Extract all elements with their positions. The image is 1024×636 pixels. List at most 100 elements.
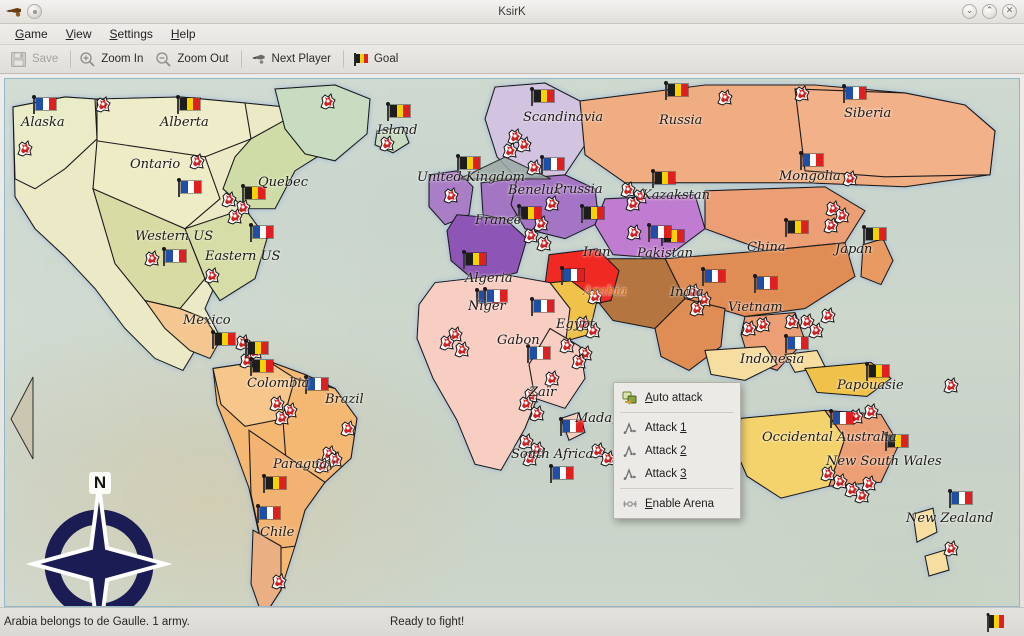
window-title: KsirK [0, 0, 1024, 24]
arena-icon [622, 496, 638, 512]
army-token [225, 206, 245, 226]
game-map[interactable]: AlaskaAlbertaOntarioQuebecWestern USEast… [4, 78, 1020, 607]
army-token [534, 233, 554, 253]
minimize-button[interactable]: ⌄ [962, 4, 977, 19]
army-token [500, 140, 520, 160]
army-token [15, 138, 35, 158]
ctx-attack-3[interactable]: Attack 3 [614, 462, 740, 485]
army-token [527, 403, 547, 423]
menu-view[interactable]: View [57, 25, 101, 44]
army-token [452, 339, 472, 359]
belgium-flag [250, 358, 276, 376]
title-bar-icons [0, 4, 42, 19]
ctx-attack-2[interactable]: Attack 2 [614, 439, 740, 462]
belgium-flag [652, 170, 678, 188]
france-flag [560, 418, 586, 436]
status-state: Ready to fight! [390, 616, 464, 628]
army-token [585, 286, 605, 306]
ctx-attack-1-label: Attack 1 [645, 422, 687, 434]
france-flag [702, 268, 728, 286]
save-label: Save [32, 53, 58, 65]
goal-button[interactable]: Goal [348, 49, 406, 70]
belgium-flag [463, 251, 489, 269]
window-controls: ⌄ ⌃ ✕ [962, 4, 1024, 19]
toolbar-separator [241, 49, 242, 69]
menu-game[interactable]: Game [6, 25, 57, 44]
france-flag [541, 156, 567, 174]
belgium-flag [242, 185, 268, 203]
ctx-auto-attack-label: Auto attack [645, 392, 703, 404]
menu-game-accel: G [15, 27, 24, 41]
ctx-auto-attack[interactable]: Auto attack [614, 386, 740, 409]
army-token [542, 193, 562, 213]
status-player-flag [986, 613, 1008, 636]
france-flag [754, 275, 780, 293]
army-token [782, 311, 802, 331]
army-token [312, 455, 332, 475]
menu-bar: Game View Settings Help [0, 24, 1024, 45]
auto-attack-icon [622, 390, 638, 406]
toolbar-separator [70, 49, 71, 69]
zoom-in-icon [79, 51, 96, 68]
menu-settings-accel: S [110, 27, 118, 41]
france-flag [178, 179, 204, 197]
zoom-out-label: Zoom Out [177, 53, 228, 65]
close-button[interactable]: ✕ [1002, 4, 1017, 19]
attack-icon [622, 420, 638, 436]
belgium-flag [263, 475, 289, 493]
france-flag [785, 335, 811, 353]
ctx-attack-3-label: Attack 3 [645, 468, 687, 480]
army-token [753, 314, 773, 334]
attack-icon [622, 466, 638, 482]
france-flag [33, 96, 59, 114]
status-bar: Arabia belongs to de Gaulle. 1 army. Rea… [0, 607, 1024, 636]
toolbar-separator [343, 49, 344, 69]
france-flag [561, 267, 587, 285]
context-menu-separator [620, 488, 734, 489]
ctx-enable-arena[interactable]: Enable Arena [614, 492, 740, 515]
france-flag [949, 490, 975, 508]
next-player-button[interactable]: Next Player [246, 49, 339, 70]
belgium-flag [665, 82, 691, 100]
compass-rose: N [25, 472, 173, 607]
army-token [840, 168, 860, 188]
window-menu-icon[interactable] [27, 4, 42, 19]
france-flag [305, 376, 331, 394]
menu-view-label: iew [73, 27, 91, 41]
title-bar: KsirK ⌄ ⌃ ✕ [0, 0, 1024, 24]
belgium-flag [581, 205, 607, 223]
army-token [318, 91, 338, 111]
belgium-flag [518, 205, 544, 223]
belgium-flag [866, 363, 892, 381]
maximize-button[interactable]: ⌃ [982, 4, 997, 19]
ctx-enable-arena-label: Enable Arena [645, 498, 714, 510]
menu-settings[interactable]: Settings [101, 25, 162, 44]
army-token [941, 375, 961, 395]
france-flag [843, 85, 869, 103]
army-token [583, 320, 603, 340]
army-token [715, 87, 735, 107]
ctx-attack-1[interactable]: Attack 1 [614, 416, 740, 439]
army-token [269, 571, 289, 591]
army-token [792, 83, 812, 103]
attack-context-menu[interactable]: Auto attack Attack 1 [613, 382, 741, 519]
ksirk-cannon-icon [5, 4, 22, 19]
belgium-flag [177, 96, 203, 114]
army-token [93, 94, 113, 114]
france-flag [830, 410, 856, 428]
army-token [377, 133, 397, 153]
attack-icon [622, 443, 638, 459]
belgium-flag [245, 340, 271, 358]
save-button[interactable]: Save [6, 49, 66, 70]
next-player-label: Next Player [272, 53, 331, 65]
scroll-left-arrow[interactable] [9, 375, 35, 466]
belgium-flag [863, 226, 889, 244]
goal-flag-icon [352, 51, 369, 68]
menu-help[interactable]: Help [162, 25, 205, 44]
zoom-out-button[interactable]: Zoom Out [151, 49, 236, 70]
france-flag [648, 224, 674, 242]
ksirk-window: KsirK ⌄ ⌃ ✕ Game View Settings Help Save [0, 0, 1024, 636]
zoom-in-label: Zoom In [101, 53, 143, 65]
zoom-in-button[interactable]: Zoom In [75, 49, 151, 70]
army-token [821, 215, 841, 235]
